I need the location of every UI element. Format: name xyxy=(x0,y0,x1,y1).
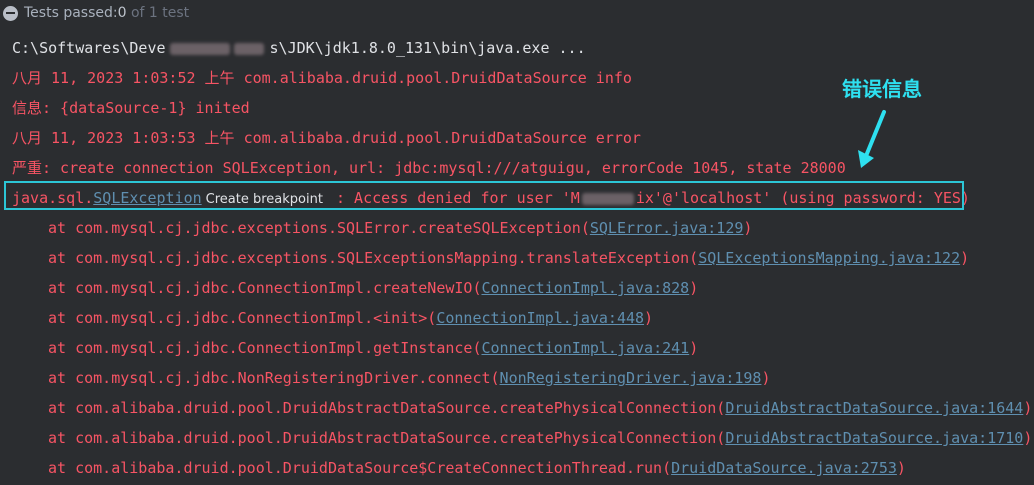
stack-trace-line: at com.mysql.cj.jdbc.NonRegisteringDrive… xyxy=(48,368,770,388)
stack-trace-line: at com.mysql.cj.jdbc.ConnectionImpl.crea… xyxy=(48,278,698,298)
redacted-path xyxy=(169,42,230,55)
trace-close-paren: ) xyxy=(689,279,699,297)
trace-close-paren: ) xyxy=(743,219,753,237)
trace-source-link[interactable]: SQLError.java:129 xyxy=(590,219,744,237)
command-prefix: C:\Softwares\Deve xyxy=(12,39,166,57)
status-count: 0 xyxy=(117,5,127,21)
trace-close-paren: ) xyxy=(1023,429,1033,447)
console-line-log2: 信息: {dataSource-1} inited xyxy=(12,99,250,117)
trace-close-paren: ) xyxy=(761,369,771,387)
stack-trace-line: at com.mysql.cj.jdbc.exceptions.SQLExcep… xyxy=(48,248,969,268)
trace-close-paren: ) xyxy=(644,309,654,327)
test-status-bar: Tests passed: 0 of 1 test xyxy=(0,0,1034,26)
console-line-log3: 八月 11, 2023 1:03:53 上午 com.alibaba.druid… xyxy=(12,129,641,147)
trace-method: at com.mysql.cj.jdbc.ConnectionImpl.getI… xyxy=(48,339,482,357)
stack-trace-line: at com.mysql.cj.jdbc.ConnectionImpl.getI… xyxy=(48,338,698,358)
trace-method: at com.mysql.cj.jdbc.exceptions.SQLError… xyxy=(48,219,590,237)
stack-trace-line: at com.alibaba.druid.pool.DruidAbstractD… xyxy=(48,398,1032,418)
annotation-arrow-icon xyxy=(858,110,886,168)
console-line-log1: 八月 11, 2023 1:03:52 上午 com.alibaba.druid… xyxy=(12,69,632,87)
trace-method: at com.mysql.cj.jdbc.ConnectionImpl.<ini… xyxy=(48,309,437,327)
console-line-log4: 严重: create connection SQLException, url:… xyxy=(12,159,846,177)
trace-source-link[interactable]: ConnectionImpl.java:828 xyxy=(481,279,689,297)
trace-close-paren: ) xyxy=(896,459,906,477)
status-label: Tests passed: xyxy=(24,5,118,21)
trace-source-link[interactable]: SQLExceptionsMapping.java:122 xyxy=(698,249,960,267)
trace-method: at com.mysql.cj.jdbc.exceptions.SQLExcep… xyxy=(48,249,699,267)
stack-trace-line: at com.mysql.cj.jdbc.ConnectionImpl.<ini… xyxy=(48,308,653,328)
trace-source-link[interactable]: DruidAbstractDataSource.java:1710 xyxy=(725,429,1023,447)
stack-trace-line: at com.alibaba.druid.pool.DruidDataSourc… xyxy=(48,458,906,478)
status-total: of 1 test xyxy=(130,5,190,21)
trace-source-link[interactable]: ConnectionImpl.java:448 xyxy=(436,309,644,327)
trace-close-paren: ) xyxy=(689,339,699,357)
command-suffix: s\JDK\jdk1.8.0_131\bin\java.exe ... xyxy=(269,39,586,57)
trace-method: at com.alibaba.druid.pool.DruidAbstractD… xyxy=(48,399,726,417)
trace-source-link[interactable]: ConnectionImpl.java:241 xyxy=(481,339,689,357)
trace-method: at com.alibaba.druid.pool.DruidAbstractD… xyxy=(48,429,726,447)
trace-source-link[interactable]: DruidAbstractDataSource.java:1644 xyxy=(725,399,1023,417)
highlight-box xyxy=(4,181,964,210)
trace-method: at com.mysql.cj.jdbc.NonRegisteringDrive… xyxy=(48,369,500,387)
trace-method: at com.mysql.cj.jdbc.ConnectionImpl.crea… xyxy=(48,279,482,297)
stack-trace-line: at com.mysql.cj.jdbc.exceptions.SQLError… xyxy=(48,218,752,238)
trace-close-paren: ) xyxy=(1023,399,1033,417)
trace-source-link[interactable]: DruidDataSource.java:2753 xyxy=(671,459,897,477)
trace-method: at com.alibaba.druid.pool.DruidDataSourc… xyxy=(48,459,672,477)
annotation-label: 错误信息 xyxy=(842,77,922,101)
console-line-command: C:\Softwares\Deve s\JDK\jdk1.8.0_131\bin\… xyxy=(12,38,586,58)
trace-close-paren: ) xyxy=(960,249,970,267)
trace-source-link[interactable]: NonRegisteringDriver.java:198 xyxy=(500,369,762,387)
minus-circle-icon xyxy=(3,5,18,21)
stack-trace-line: at com.alibaba.druid.pool.DruidAbstractD… xyxy=(48,428,1032,448)
redacted-path-2 xyxy=(233,42,264,55)
